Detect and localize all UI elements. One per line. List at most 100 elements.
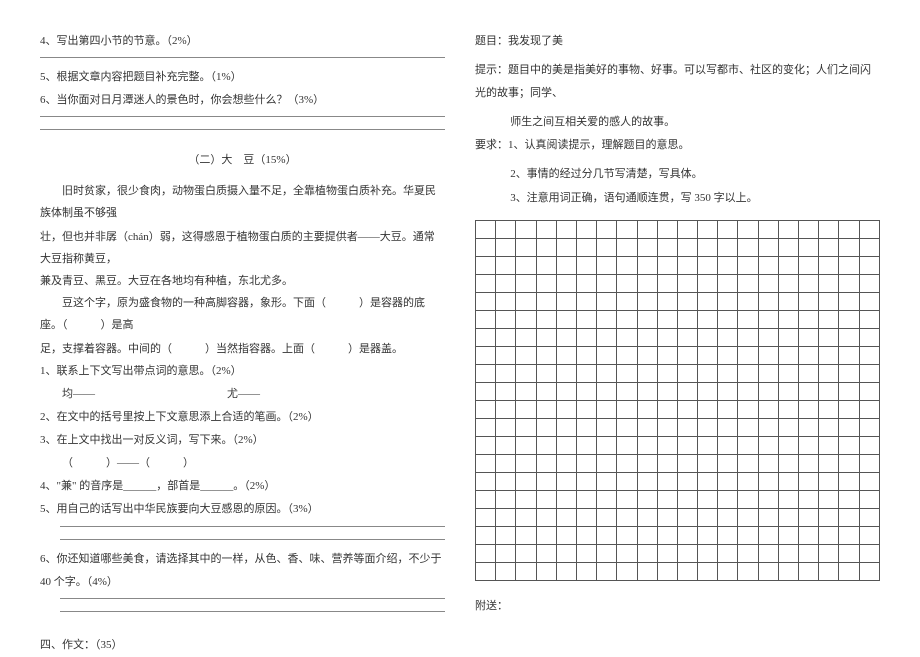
grid-cell[interactable]	[819, 472, 839, 490]
grid-cell[interactable]	[476, 544, 496, 562]
grid-cell[interactable]	[859, 418, 879, 436]
grid-cell[interactable]	[556, 526, 576, 544]
grid-cell[interactable]	[758, 256, 778, 274]
grid-cell[interactable]	[536, 238, 556, 256]
grid-cell[interactable]	[576, 238, 596, 256]
grid-cell[interactable]	[839, 472, 859, 490]
grid-cell[interactable]	[859, 382, 879, 400]
grid-cell[interactable]	[799, 274, 819, 292]
grid-cell[interactable]	[677, 418, 697, 436]
grid-cell[interactable]	[778, 544, 798, 562]
grid-cell[interactable]	[516, 382, 536, 400]
grid-cell[interactable]	[576, 526, 596, 544]
grid-cell[interactable]	[718, 544, 738, 562]
grid-cell[interactable]	[839, 508, 859, 526]
grid-cell[interactable]	[718, 508, 738, 526]
grid-cell[interactable]	[819, 292, 839, 310]
grid-cell[interactable]	[839, 418, 859, 436]
grid-cell[interactable]	[536, 490, 556, 508]
grid-cell[interactable]	[819, 364, 839, 382]
grid-cell[interactable]	[516, 472, 536, 490]
grid-cell[interactable]	[617, 508, 637, 526]
grid-cell[interactable]	[556, 256, 576, 274]
grid-cell[interactable]	[758, 490, 778, 508]
grid-cell[interactable]	[839, 382, 859, 400]
grid-cell[interactable]	[576, 400, 596, 418]
grid-cell[interactable]	[637, 526, 657, 544]
grid-cell[interactable]	[819, 454, 839, 472]
grid-cell[interactable]	[516, 256, 536, 274]
grid-cell[interactable]	[657, 346, 677, 364]
grid-cell[interactable]	[496, 400, 516, 418]
grid-cell[interactable]	[677, 472, 697, 490]
grid-cell[interactable]	[657, 544, 677, 562]
grid-cell[interactable]	[758, 328, 778, 346]
grid-cell[interactable]	[536, 418, 556, 436]
grid-cell[interactable]	[698, 562, 718, 580]
grid-cell[interactable]	[778, 418, 798, 436]
grid-cell[interactable]	[536, 364, 556, 382]
grid-cell[interactable]	[657, 274, 677, 292]
grid-cell[interactable]	[637, 418, 657, 436]
grid-cell[interactable]	[677, 310, 697, 328]
grid-cell[interactable]	[778, 220, 798, 238]
grid-cell[interactable]	[839, 238, 859, 256]
grid-cell[interactable]	[778, 526, 798, 544]
grid-cell[interactable]	[718, 526, 738, 544]
grid-cell[interactable]	[657, 472, 677, 490]
grid-cell[interactable]	[597, 526, 617, 544]
grid-cell[interactable]	[859, 472, 879, 490]
grid-cell[interactable]	[799, 562, 819, 580]
grid-cell[interactable]	[819, 310, 839, 328]
grid-cell[interactable]	[476, 238, 496, 256]
grid-cell[interactable]	[839, 436, 859, 454]
grid-cell[interactable]	[516, 562, 536, 580]
grid-cell[interactable]	[738, 472, 758, 490]
grid-cell[interactable]	[799, 382, 819, 400]
grid-cell[interactable]	[839, 256, 859, 274]
grid-cell[interactable]	[597, 238, 617, 256]
grid-cell[interactable]	[778, 454, 798, 472]
grid-cell[interactable]	[698, 508, 718, 526]
grid-cell[interactable]	[758, 274, 778, 292]
grid-cell[interactable]	[677, 508, 697, 526]
grid-cell[interactable]	[799, 256, 819, 274]
grid-cell[interactable]	[657, 328, 677, 346]
grid-cell[interactable]	[738, 292, 758, 310]
grid-cell[interactable]	[576, 454, 596, 472]
grid-cell[interactable]	[637, 292, 657, 310]
grid-cell[interactable]	[738, 490, 758, 508]
grid-cell[interactable]	[617, 490, 637, 508]
grid-cell[interactable]	[799, 490, 819, 508]
grid-cell[interactable]	[718, 328, 738, 346]
grid-cell[interactable]	[657, 238, 677, 256]
grid-cell[interactable]	[839, 490, 859, 508]
grid-cell[interactable]	[637, 562, 657, 580]
grid-cell[interactable]	[496, 490, 516, 508]
answer-line[interactable]	[60, 598, 445, 599]
grid-cell[interactable]	[617, 544, 637, 562]
grid-cell[interactable]	[597, 328, 617, 346]
grid-cell[interactable]	[536, 454, 556, 472]
grid-cell[interactable]	[738, 544, 758, 562]
grid-cell[interactable]	[617, 400, 637, 418]
grid-cell[interactable]	[698, 364, 718, 382]
grid-cell[interactable]	[819, 256, 839, 274]
grid-cell[interactable]	[698, 328, 718, 346]
grid-cell[interactable]	[718, 274, 738, 292]
grid-cell[interactable]	[718, 400, 738, 418]
grid-cell[interactable]	[738, 418, 758, 436]
answer-line[interactable]	[60, 526, 445, 527]
grid-cell[interactable]	[677, 454, 697, 472]
grid-cell[interactable]	[677, 256, 697, 274]
grid-cell[interactable]	[799, 508, 819, 526]
grid-cell[interactable]	[698, 346, 718, 364]
grid-cell[interactable]	[778, 310, 798, 328]
grid-cell[interactable]	[476, 400, 496, 418]
answer-line[interactable]	[60, 611, 445, 612]
grid-cell[interactable]	[799, 238, 819, 256]
grid-cell[interactable]	[698, 454, 718, 472]
grid-cell[interactable]	[738, 382, 758, 400]
grid-cell[interactable]	[476, 490, 496, 508]
grid-cell[interactable]	[617, 562, 637, 580]
